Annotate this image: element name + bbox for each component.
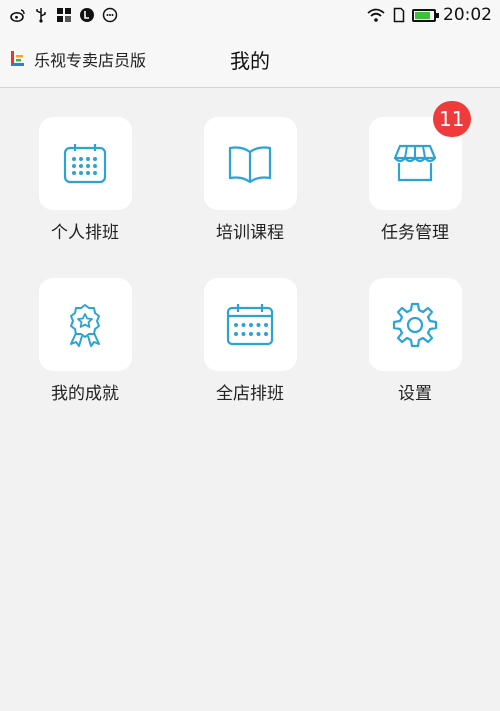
menu-label: 任务管理 [381, 223, 449, 243]
status-left-icons [10, 7, 118, 23]
sim-icon [393, 7, 405, 23]
status-time: 20:02 [443, 5, 492, 25]
menu-label: 我的成就 [51, 384, 119, 404]
gear-icon [392, 302, 438, 347]
store-icon [393, 144, 437, 181]
app-grid-icon [57, 8, 71, 22]
notification-badge: 11 [433, 101, 471, 137]
menu-item-training-courses[interactable]: 培训课程 [188, 117, 312, 247]
menu-item-personal-schedule[interactable]: 个人排班 [23, 117, 147, 247]
tile-icon-box [38, 117, 132, 210]
le-icon [80, 8, 94, 22]
letv-logo-icon [11, 51, 24, 66]
weibo-icon [10, 9, 25, 22]
battery-level [415, 11, 431, 19]
menu-label: 全店排班 [216, 384, 284, 404]
tile-icon-box [38, 278, 132, 371]
menu-item-settings[interactable]: 设置 [353, 278, 477, 408]
calendar-icon [63, 143, 107, 183]
tile-icon-box: 11 [368, 101, 471, 210]
tile-icon-box [368, 278, 462, 371]
status-bar: 20:02 [0, 0, 500, 30]
tile-icon-box [203, 278, 297, 371]
brand-name: 乐视专卖店员版 [34, 51, 147, 70]
menu-label: 培训课程 [216, 223, 284, 243]
wifi-icon [367, 8, 385, 22]
app-bar: 我的 乐视专卖店员版 [0, 30, 500, 88]
book-icon [228, 145, 272, 183]
menu-item-task-management[interactable]: 11 任务管理 [353, 101, 477, 247]
tile-icon-box [203, 117, 297, 210]
menu-item-store-schedule[interactable]: 全店排班 [188, 278, 312, 408]
menu-item-my-achievements[interactable]: 我的成就 [23, 278, 147, 408]
brand: 乐视专卖店员版 [10, 30, 146, 88]
calendar-grid-icon [226, 303, 274, 345]
award-icon [70, 303, 100, 347]
menu-label: 设置 [398, 384, 432, 404]
status-right-icons: 20:02 [366, 5, 492, 25]
battery-icon [412, 8, 439, 22]
menu-label: 个人排班 [51, 223, 119, 243]
smile-icon [102, 7, 118, 23]
usb-icon [36, 8, 46, 23]
